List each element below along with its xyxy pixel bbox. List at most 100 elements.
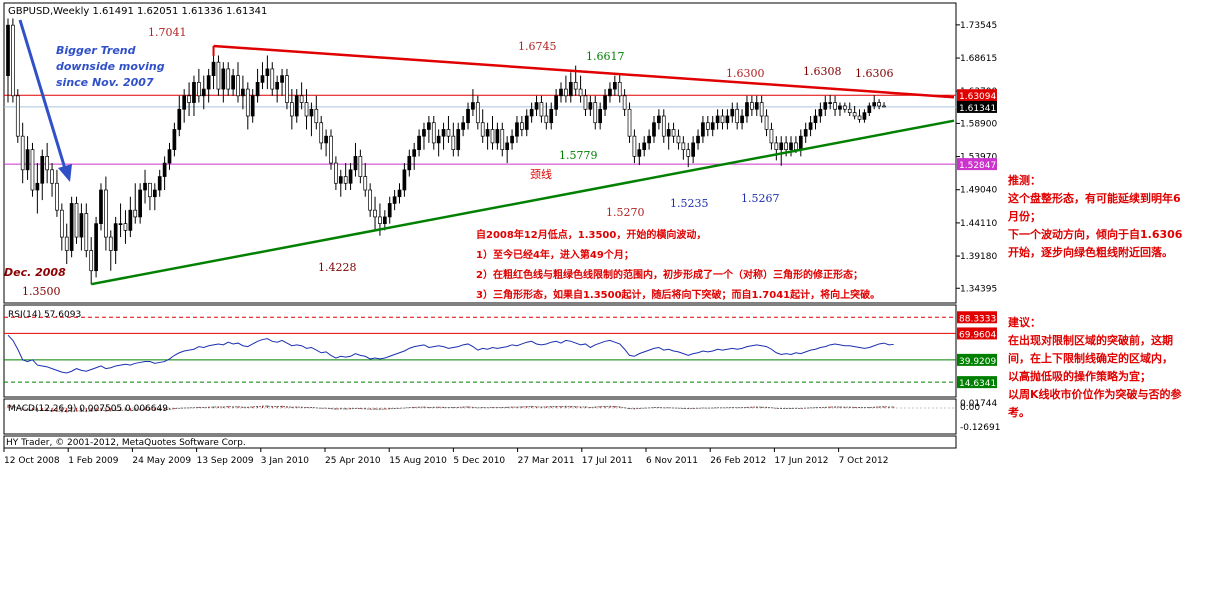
advice-line: 间，在上下限制线确定的区域内， <box>1008 352 1173 365</box>
candle-body <box>334 162 338 184</box>
candle-body <box>6 24 10 76</box>
candle-body <box>407 156 412 171</box>
candle-body <box>260 75 265 83</box>
symbol-header: GBPUSD,Weekly 1.61491 1.62051 1.61336 1.… <box>8 6 267 17</box>
mark-1-6745: 1.6745 <box>518 40 557 53</box>
candle-body <box>79 213 84 238</box>
trend-note-line-2: downside moving <box>56 60 165 73</box>
candle-body <box>55 182 59 211</box>
candle-body <box>113 223 118 251</box>
candle-body <box>495 129 500 144</box>
candle-body <box>402 169 407 191</box>
candle-body <box>265 68 270 76</box>
candle-body <box>138 189 142 218</box>
candle-body <box>338 176 343 184</box>
mark-1-3500: 1.3500 <box>22 285 61 298</box>
candle-body <box>20 135 25 171</box>
candle-body <box>725 115 730 124</box>
candle-body <box>373 209 377 218</box>
candle-body <box>69 203 74 251</box>
candle-body <box>319 122 324 144</box>
candle-body <box>241 88 245 97</box>
candle-body <box>789 142 793 150</box>
candle-body <box>427 122 431 130</box>
candle-body <box>309 108 314 117</box>
candle-body <box>510 135 514 144</box>
candle-body <box>764 115 769 130</box>
candle-body <box>627 108 632 137</box>
candle-body <box>691 142 695 157</box>
advice-line: 以高抛低吸的操作策略为宜； <box>1008 370 1151 383</box>
advice-line: 考。 <box>1008 406 1030 419</box>
candle-body <box>197 82 201 97</box>
candle-body <box>882 105 886 108</box>
price-tick-label: 1.44110 <box>960 219 997 229</box>
rsi-header: RSI(14) 57.6093 <box>8 310 81 320</box>
candle-body <box>701 122 705 137</box>
date-tick-label: 15 Aug 2010 <box>389 456 447 466</box>
candle-body <box>363 176 368 191</box>
forecast-title: 推测： <box>1008 174 1041 187</box>
candle-body <box>490 129 495 144</box>
candle-body <box>387 203 392 218</box>
candle-body <box>392 196 397 204</box>
rsi-panel <box>3 304 957 398</box>
mark-1-5779: 1.5779 <box>559 149 598 162</box>
candle-body <box>378 216 382 224</box>
candle-body <box>730 108 735 117</box>
candle-body <box>480 122 485 137</box>
candle-body <box>128 209 133 231</box>
candle-body <box>769 129 774 144</box>
candle-body <box>735 108 740 124</box>
candle-body <box>842 105 847 110</box>
candle-body <box>236 75 240 97</box>
candle-body <box>35 182 40 191</box>
candle-body <box>520 122 524 130</box>
candle-body <box>657 115 661 124</box>
candle-body <box>671 129 676 137</box>
candle-body <box>436 135 441 144</box>
candle-body <box>852 112 857 117</box>
candle-body <box>867 105 872 113</box>
date-tick-label: 17 Jun 2012 <box>774 456 828 466</box>
mark-1-5270: 1.5270 <box>606 206 645 219</box>
candle-body <box>206 75 211 90</box>
candle-body <box>11 24 15 97</box>
candle-body <box>544 115 549 124</box>
candle-body <box>172 129 177 150</box>
candle-body <box>857 115 862 120</box>
mark-1-6306: 1.6306 <box>855 67 894 80</box>
candle-body <box>833 102 837 110</box>
candle-body <box>353 156 358 171</box>
candle-body <box>500 129 505 150</box>
candle-body <box>167 149 172 164</box>
analysis-line-3: 2）在粗红色线与粗绿色线限制的范围内，初步形成了一个（对称）三角形的修正形态； <box>476 268 863 281</box>
candle-body <box>40 156 45 184</box>
candle-body <box>779 142 784 150</box>
candle-body <box>324 135 328 144</box>
candle-body <box>89 250 94 272</box>
candle-body <box>740 115 744 124</box>
dec-2008-label: Dec. 2008 <box>4 266 66 279</box>
candle-body <box>329 135 333 164</box>
candle-body <box>745 102 749 117</box>
candle-body <box>314 108 319 124</box>
candle-body <box>681 142 686 150</box>
candle-body <box>676 135 681 144</box>
price-tick-label: 1.58900 <box>960 119 997 129</box>
candle-body <box>15 95 20 137</box>
forecast-line: 开始，逐步向绿色粗线附近回落。 <box>1008 246 1173 259</box>
candle-body <box>774 142 779 150</box>
candle-body <box>603 95 607 110</box>
advice-line: 在出现对限制区域的突破前，这期 <box>1008 334 1173 347</box>
footer-copyright: HY Trader, © 2001-2012, MetaQuotes Softw… <box>6 438 246 448</box>
candle-body <box>647 135 651 144</box>
candle-body <box>759 102 764 117</box>
candle-body <box>784 142 788 150</box>
candle-body <box>211 61 216 76</box>
candle-body <box>177 108 182 130</box>
candle-body <box>255 82 260 97</box>
candle-body <box>710 122 715 130</box>
candle-body <box>123 223 128 231</box>
candle-body <box>456 129 461 150</box>
